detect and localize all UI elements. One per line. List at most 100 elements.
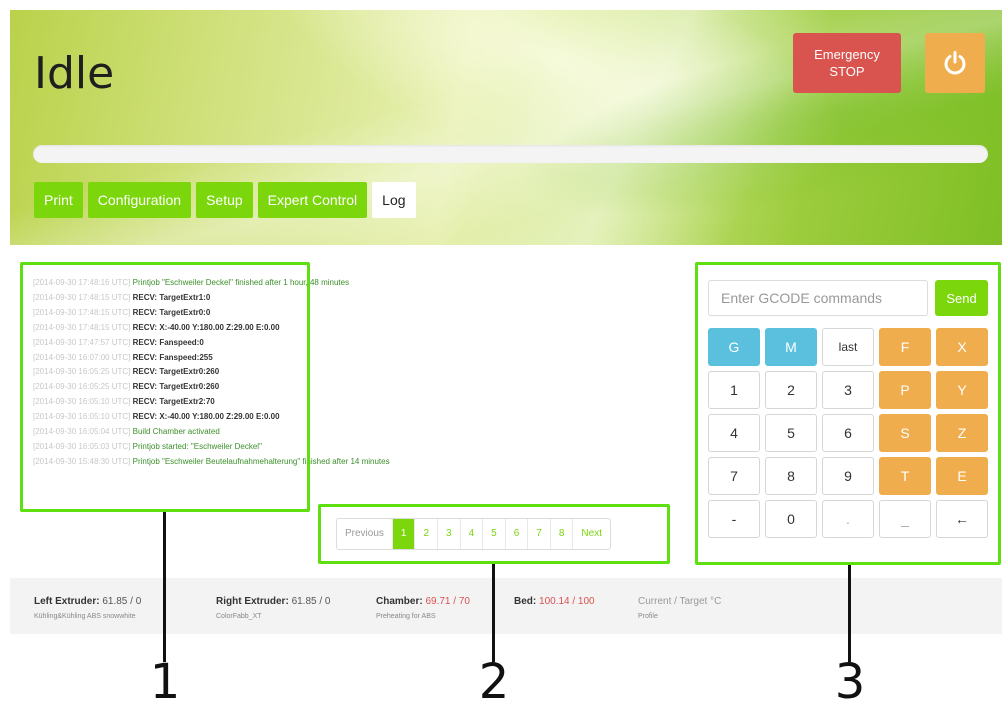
log-message: RECV: X:-40.00 Y:180.00 Z:29.00 E:0.00 [132, 322, 280, 332]
keypad-key[interactable]: F [879, 328, 931, 366]
chamber-temp: Chamber: 69.71 / 70 Preheating for ABS [376, 596, 470, 620]
log-line: [2014-09-30 15:48:30 UTC] Printjob "Esch… [33, 455, 553, 470]
estop-label-line1: Emergency [814, 47, 880, 62]
estop-label-line2: STOP [829, 64, 865, 79]
pagination-page-7[interactable]: 7 [528, 519, 551, 549]
log-line: [2014-09-30 16:05:10 UTC] RECV: X:-40.00… [33, 410, 553, 425]
tab-log[interactable]: Log [372, 182, 416, 218]
log-line: [2014-09-30 17:48:15 UTC] RECV: TargetEx… [33, 291, 553, 306]
keypad-key[interactable]: 6 [822, 414, 874, 452]
log-line: [2014-09-30 17:48:15 UTC] RECV: X:-40.00… [33, 321, 553, 336]
log-timestamp: [2014-09-30 16:05:04 UTC] [33, 427, 131, 437]
keypad-key[interactable]: 7 [708, 457, 760, 495]
temperature-footer: Left Extruder: 61.85 / 0 Kühling&Kühling… [10, 578, 1002, 634]
print-progress-bar [33, 145, 988, 163]
send-button[interactable]: Send [935, 280, 988, 316]
log-panel: [2014-09-30 17:48:16 UTC] Printjob "Esch… [33, 276, 553, 470]
keypad-key[interactable]: 3 [822, 371, 874, 409]
keypad-key[interactable]: P [879, 371, 931, 409]
bed-temp: Bed: 100.14 / 100 [514, 596, 595, 607]
keypad-key[interactable]: S [879, 414, 931, 452]
keypad-key[interactable]: 2 [765, 371, 817, 409]
keypad-key[interactable]: Z [936, 414, 988, 452]
log-timestamp: [2014-09-30 16:05:10 UTC] [33, 412, 131, 422]
left-extruder-label: Left Extruder: [34, 596, 100, 607]
log-timestamp: [2014-09-30 17:47:57 UTC] [33, 337, 131, 347]
log-timestamp: [2014-09-30 17:48:15 UTC] [33, 322, 131, 332]
log-timestamp: [2014-09-30 17:48:15 UTC] [33, 292, 131, 302]
keypad-key[interactable]: X [936, 328, 988, 366]
log-message: RECV: Fanspeed:255 [132, 352, 213, 362]
keypad-key[interactable]: 4 [708, 414, 760, 452]
pagination-page-1[interactable]: 1 [392, 519, 416, 549]
chamber-status: Preheating for ABS [376, 613, 436, 620]
log-message: RECV: Fanspeed:0 [132, 337, 204, 347]
tab-setup[interactable]: Setup [196, 182, 253, 218]
keypad-key[interactable]: . [822, 500, 874, 538]
keypad-key[interactable]: 1 [708, 371, 760, 409]
log-message: Build Chamber activated [132, 427, 220, 437]
pagination-page-5[interactable]: 5 [483, 519, 506, 549]
log-line: [2014-09-30 17:48:16 UTC] Printjob "Esch… [33, 276, 553, 291]
log-line: [2014-09-30 17:47:57 UTC] RECV: Fanspeed… [33, 336, 553, 351]
log-timestamp: [2014-09-30 16:05:25 UTC] [33, 367, 131, 377]
log-line: [2014-09-30 16:05:10 UTC] RECV: TargetEx… [33, 395, 553, 410]
keypad-key[interactable]: Y [936, 371, 988, 409]
keypad-key[interactable]: M [765, 328, 817, 366]
right-extruder-value: 61.85 / 0 [291, 596, 331, 607]
log-timestamp: [2014-09-30 16:07:00 UTC] [33, 352, 131, 362]
keypad-key[interactable]: E [936, 457, 988, 495]
tab-expert-control[interactable]: Expert Control [257, 182, 368, 218]
keypad-key[interactable]: G [708, 328, 760, 366]
bed-label: Bed: [514, 596, 537, 607]
keypad-key[interactable]: 0 [765, 500, 817, 538]
temp-legend-label: Current / Target °C [638, 596, 722, 607]
log-line: [2014-09-30 16:05:25 UTC] RECV: TargetEx… [33, 380, 553, 395]
callout-line-2 [492, 564, 495, 662]
log-message: RECV: TargetExtr0:260 [132, 367, 220, 377]
log-timestamp: [2014-09-30 17:48:15 UTC] [33, 307, 131, 317]
keypad-key[interactable]: 9 [822, 457, 874, 495]
power-button[interactable] [925, 33, 985, 93]
gcode-input[interactable] [708, 280, 928, 316]
right-extruder-label: Right Extruder: [216, 596, 289, 607]
keypad-key[interactable]: _ [879, 500, 931, 538]
keypad-key[interactable]: last [822, 328, 874, 366]
header-banner: Idle Emergency STOP Print Configuration Se… [10, 10, 1002, 245]
callout-number-2: 2 [478, 654, 510, 704]
log-timestamp: [2014-09-30 16:05:10 UTC] [33, 397, 131, 407]
left-extruder-material: Kühling&Kühling ABS snowwhite [34, 613, 136, 620]
callout-line-3 [848, 565, 851, 662]
log-timestamp: [2014-09-30 15:48:30 UTC] [33, 456, 131, 466]
pagination-page-8[interactable]: 8 [551, 519, 574, 549]
emergency-stop-button[interactable]: Emergency STOP [793, 33, 901, 93]
pagination-page-2[interactable]: 2 [415, 519, 439, 549]
pagination-next[interactable]: Next [573, 519, 610, 549]
power-icon [944, 51, 966, 75]
keypad-key[interactable]: - [708, 500, 760, 538]
pagination-previous[interactable]: Previous [337, 519, 393, 549]
tab-print[interactable]: Print [34, 182, 83, 218]
status-title: Idle [34, 48, 115, 99]
pagination-page-3[interactable]: 3 [438, 519, 461, 549]
right-extruder-temp: Right Extruder: 61.85 / 0 ColorFabb_XT [216, 596, 330, 620]
keypad-key[interactable]: 8 [765, 457, 817, 495]
pagination-page-4[interactable]: 4 [461, 519, 484, 549]
pagination-page-6[interactable]: 6 [506, 519, 529, 549]
left-extruder-temp: Left Extruder: 61.85 / 0 Kühling&Kühling… [34, 596, 141, 620]
keypad-key[interactable]: ← [936, 500, 988, 538]
right-extruder-material: ColorFabb_XT [216, 613, 262, 620]
log-message: Printjob "Eschweiler Deckel" finished af… [132, 278, 350, 287]
log-message: RECV: TargetExtr0:0 [132, 307, 211, 317]
log-message: Printjob "Eschweiler Beutelaufnahmehalte… [132, 456, 390, 466]
keypad-key[interactable]: T [879, 457, 931, 495]
log-line: [2014-09-30 16:05:03 UTC] Printjob start… [33, 440, 553, 455]
log-line: [2014-09-30 17:48:15 UTC] RECV: TargetEx… [33, 306, 553, 321]
keypad-key[interactable]: 5 [765, 414, 817, 452]
log-timestamp: [2014-09-30 17:48:16 UTC] [33, 278, 131, 287]
tab-configuration[interactable]: Configuration [87, 182, 192, 218]
log-line: [2014-09-30 16:07:00 UTC] RECV: Fanspeed… [33, 351, 553, 366]
log-timestamp: [2014-09-30 16:05:25 UTC] [33, 382, 131, 392]
temp-legend-sub: Profile [638, 613, 658, 620]
left-extruder-value: 61.85 / 0 [102, 596, 142, 607]
